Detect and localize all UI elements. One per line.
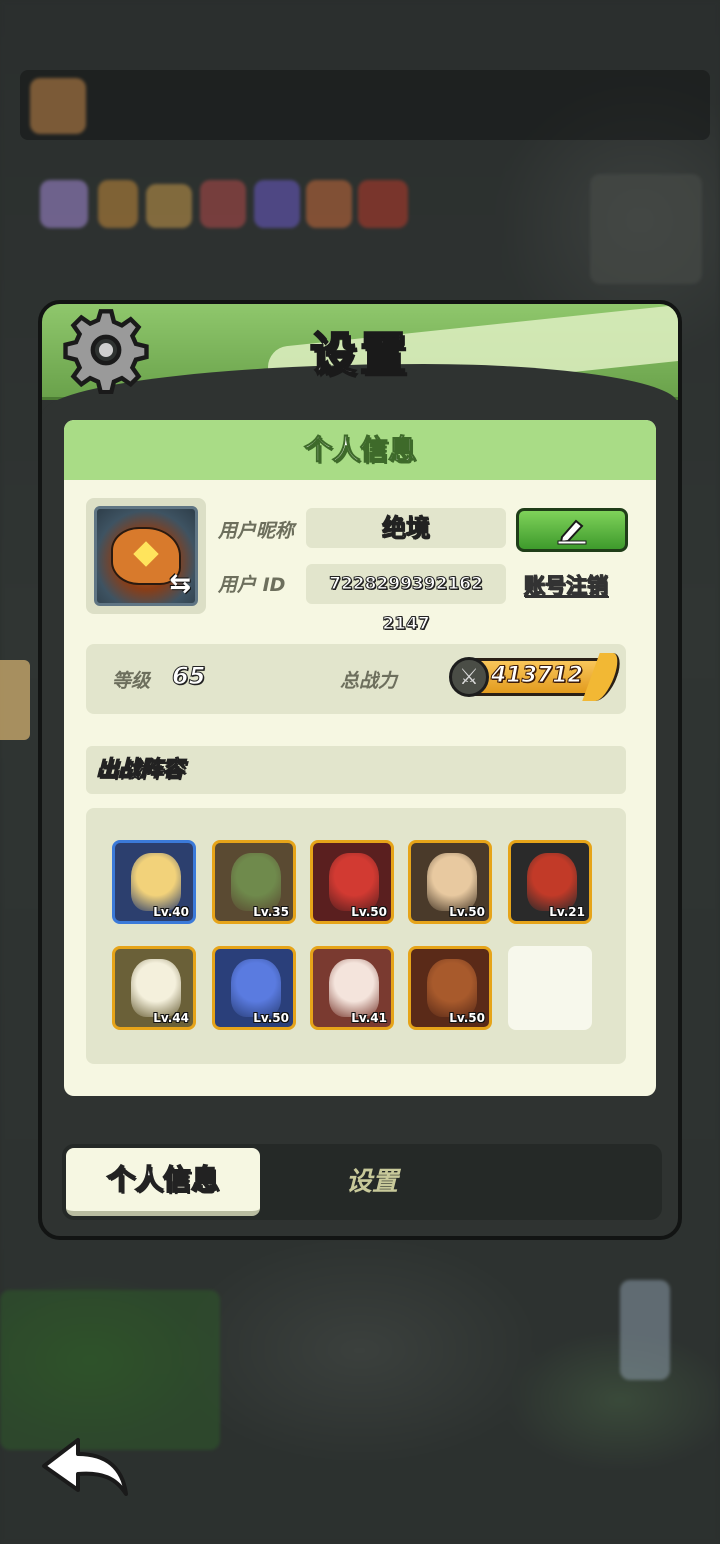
hero-level: Lv.21 [549,905,585,919]
stats-row: 等级 65 总战力 ⚔ 413712 [86,644,626,714]
background-tree [0,1290,220,1450]
hero-card[interactable]: Lv.50 [408,946,492,1030]
side-tab [0,660,30,740]
background-item [200,180,246,228]
hero-card[interactable]: Lv.41 [310,946,394,1030]
background-item [358,180,408,228]
level-label: 等级 [112,670,151,692]
nickname-label: 用户昵称 [218,520,295,542]
tab-profile[interactable]: 个人信息 [66,1148,260,1216]
hero-level: Lv.44 [153,1011,189,1025]
empty-hero-slot[interactable] [508,946,592,1030]
hero-card[interactable]: Lv.50 [212,946,296,1030]
bottom-tab-bar: 个人信息 设置 [62,1144,662,1220]
tab-settings[interactable]: 设置 [312,1148,432,1216]
avatar[interactable]: ⇆ [94,506,198,606]
hero-card[interactable]: Lv.50 [408,840,492,924]
hero-card[interactable]: Lv.50 [310,840,394,924]
hero-card[interactable]: Lv.44 [112,946,196,1030]
hero-portrait [231,959,281,1017]
lineup-title: 出战阵容 [86,746,626,794]
hero-portrait [329,853,379,911]
back-arrow-icon[interactable] [38,1436,130,1502]
user-id-field: 7228299392162​2147 [306,564,506,635]
hero-portrait [427,959,477,1017]
flame-icon [582,653,626,701]
hero-level: Lv.50 [351,905,387,919]
account-cancel-link[interactable]: 账号注销 [524,570,609,600]
settings-panel: 设置 个人信息 ⇆ 用户昵称 绝境 用户 ID 7228299392162​21… [38,300,682,1240]
edit-nickname-button[interactable] [516,508,628,552]
hero-portrait [131,853,181,911]
panel-header: 设置 [42,304,678,414]
hero-card[interactable]: Lv.40 [112,840,196,924]
profile-section-title: 个人信息 [64,420,656,480]
pencil-icon [557,519,587,545]
swap-icon[interactable]: ⇆ [169,569,191,599]
background-item [306,180,352,228]
hero-portrait [527,853,577,911]
power-label: 总战力 [340,670,398,692]
crossed-swords-icon: ⚔ [449,657,489,697]
background-item [40,180,88,228]
hero-level: Lv.40 [153,905,189,919]
hero-card[interactable]: Lv.21 [508,840,592,924]
hero-level: Lv.50 [449,905,485,919]
hero-level: Lv.41 [351,1011,387,1025]
nickname-field: 绝境 [306,508,506,548]
avatar-frame[interactable]: ⇆ [86,498,206,614]
hero-portrait [329,959,379,1017]
power-badge: ⚔ 413712 [449,653,626,701]
lineup-grid: Lv.40 Lv.35 Lv.50 Lv.50 Lv.21 Lv.44 Lv.50 Lv.41… [86,808,626,1064]
background-top-bar [20,70,710,140]
background-item [98,180,138,228]
hero-card[interactable]: Lv.35 [212,840,296,924]
background-item [254,180,300,228]
power-value: 413712 [491,663,584,689]
hero-level: Lv.50 [449,1011,485,1025]
hero-portrait [131,959,181,1017]
level-value: 65 [171,662,206,691]
hero-level: Lv.50 [253,1011,289,1025]
background-item [146,184,192,228]
background-character [620,1280,670,1380]
background-avatar [30,78,86,134]
hero-portrait [231,853,281,911]
hero-portrait [427,853,477,911]
panel-title: 设置 [309,326,410,382]
user-id-label: 用户 ID [218,574,286,596]
background-minimap [590,174,702,284]
hero-level: Lv.35 [253,905,289,919]
profile-card: 个人信息 ⇆ 用户昵称 绝境 用户 ID 7228299392162​2147 … [64,420,656,1096]
